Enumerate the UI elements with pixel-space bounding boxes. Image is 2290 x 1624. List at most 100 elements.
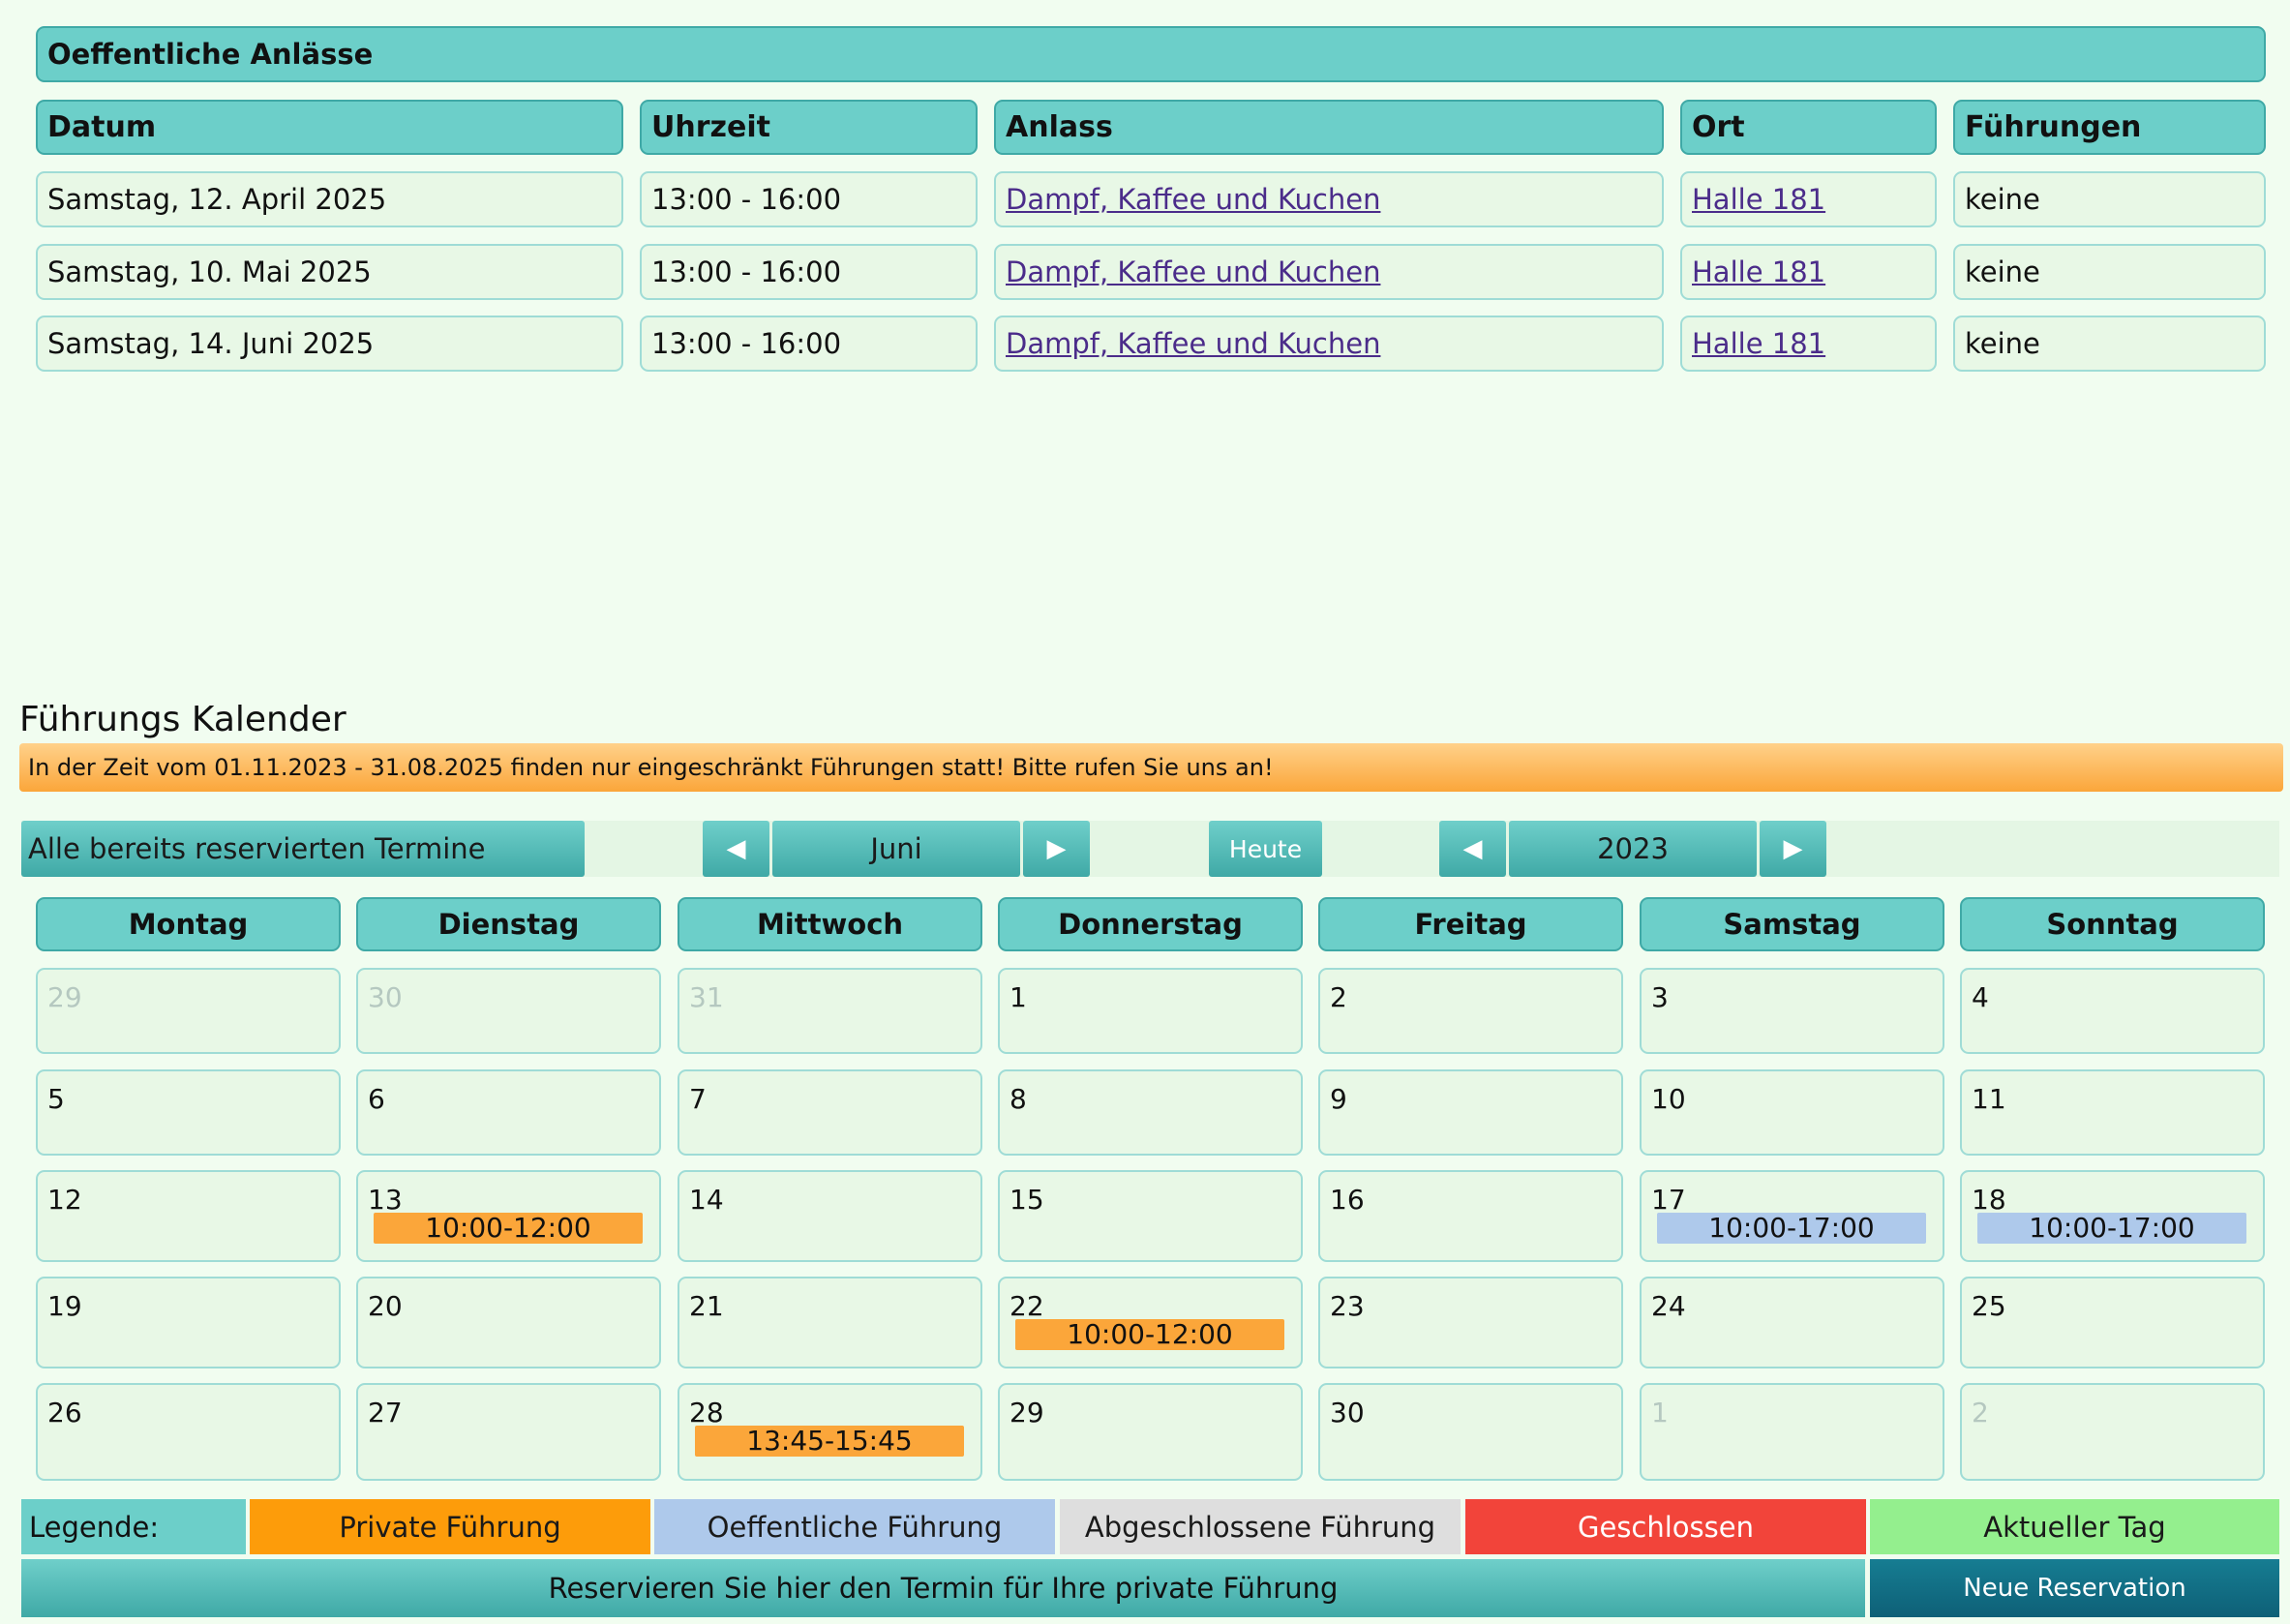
day-number: 23 bbox=[1330, 1290, 1365, 1322]
event-tours: keine bbox=[1953, 244, 2266, 300]
day-number: 17 bbox=[1651, 1184, 1686, 1216]
event-location-link[interactable]: Halle 181 bbox=[1692, 327, 1825, 360]
weekday-header: Samstag bbox=[1640, 897, 1944, 951]
calendar-day-cell[interactable]: 30 bbox=[356, 968, 661, 1054]
calendar-day-cell[interactable]: 14 bbox=[678, 1170, 982, 1262]
private-tour-event[interactable]: 13:45-15:45 bbox=[695, 1426, 964, 1457]
events-title: Oeffentliche Anlässe bbox=[36, 26, 2266, 82]
calendar-day-cell[interactable]: 19 bbox=[36, 1277, 341, 1368]
event-name-link[interactable]: Dampf, Kaffee und Kuchen bbox=[1006, 327, 1380, 360]
calendar-day-cell[interactable]: 21 bbox=[678, 1277, 982, 1368]
day-number: 18 bbox=[1972, 1184, 2006, 1216]
day-number: 3 bbox=[1651, 981, 1669, 1013]
day-number: 1 bbox=[1651, 1397, 1669, 1429]
event-location-link[interactable]: Halle 181 bbox=[1692, 256, 1825, 288]
calendar-day-cell[interactable]: 8 bbox=[998, 1069, 1303, 1156]
calendar-day-cell[interactable]: 23 bbox=[1318, 1277, 1623, 1368]
event-location-link[interactable]: Halle 181 bbox=[1692, 183, 1825, 216]
weekday-header: Freitag bbox=[1318, 897, 1623, 951]
calendar-day-cell[interactable]: 11 bbox=[1960, 1069, 2265, 1156]
legend-private-tour: Private Führung bbox=[250, 1499, 650, 1554]
calendar-day-cell[interactable]: 9 bbox=[1318, 1069, 1623, 1156]
day-number: 2 bbox=[1972, 1397, 1989, 1429]
col-header-fuehrungen: Führungen bbox=[1953, 100, 2266, 155]
col-header-uhrzeit: Uhrzeit bbox=[640, 100, 978, 155]
day-number: 4 bbox=[1972, 981, 1989, 1013]
event-tours: keine bbox=[1953, 171, 2266, 227]
next-year-button[interactable]: ▶ bbox=[1760, 821, 1826, 877]
calendar-day-cell[interactable]: 12 bbox=[36, 1170, 341, 1262]
triangle-right-icon: ▶ bbox=[1046, 834, 1067, 863]
calendar-day-cell[interactable]: 13 10:00-12:00 bbox=[356, 1170, 661, 1262]
today-button[interactable]: Heute bbox=[1209, 821, 1322, 877]
prev-year-button[interactable]: ◀ bbox=[1439, 821, 1506, 877]
event-location-cell: Halle 181 bbox=[1680, 316, 1937, 372]
calendar-day-cell[interactable]: 31 bbox=[678, 968, 982, 1054]
day-number: 15 bbox=[1009, 1184, 1044, 1216]
triangle-right-icon: ▶ bbox=[1783, 834, 1803, 863]
event-time: 13:00 - 16:00 bbox=[640, 171, 978, 227]
next-month-button[interactable]: ▶ bbox=[1023, 821, 1090, 877]
event-tours: keine bbox=[1953, 316, 2266, 372]
calendar-day-cell[interactable]: 26 bbox=[36, 1383, 341, 1481]
calendar-day-cell[interactable]: 30 bbox=[1318, 1383, 1623, 1481]
triangle-left-icon: ◀ bbox=[1462, 834, 1483, 863]
legend-closed: Geschlossen bbox=[1465, 1499, 1866, 1554]
calendar-day-cell[interactable]: 15 bbox=[998, 1170, 1303, 1262]
private-tour-event[interactable]: 10:00-12:00 bbox=[1015, 1319, 1284, 1350]
public-tour-event[interactable]: 10:00-17:00 bbox=[1977, 1213, 2246, 1244]
event-name-cell: Dampf, Kaffee und Kuchen bbox=[994, 316, 1664, 372]
day-number: 21 bbox=[689, 1290, 724, 1322]
day-number: 14 bbox=[689, 1184, 724, 1216]
event-name-link[interactable]: Dampf, Kaffee und Kuchen bbox=[1006, 256, 1380, 288]
calendar-day-cell[interactable]: 1 bbox=[1640, 1383, 1944, 1481]
day-number: 16 bbox=[1330, 1184, 1365, 1216]
calendar-day-cell[interactable]: 29 bbox=[998, 1383, 1303, 1481]
calendar-day-cell[interactable]: 2 bbox=[1318, 968, 1623, 1054]
public-tour-event[interactable]: 10:00-17:00 bbox=[1657, 1213, 1926, 1244]
calendar-day-cell[interactable]: 28 13:45-15:45 bbox=[678, 1383, 982, 1481]
calendar-day-cell[interactable]: 2 bbox=[1960, 1383, 2265, 1481]
event-date: Samstag, 14. Juni 2025 bbox=[36, 316, 623, 372]
calendar-day-cell[interactable]: 3 bbox=[1640, 968, 1944, 1054]
calendar-title: Führungs Kalender bbox=[19, 700, 347, 739]
calendar-day-cell[interactable]: 10 bbox=[1640, 1069, 1944, 1156]
calendar-day-cell[interactable]: 6 bbox=[356, 1069, 661, 1156]
private-tour-event[interactable]: 10:00-12:00 bbox=[374, 1213, 643, 1244]
calendar-day-cell[interactable]: 7 bbox=[678, 1069, 982, 1156]
col-header-anlass: Anlass bbox=[994, 100, 1664, 155]
all-reserved-button[interactable]: Alle bereits reservierten Termine bbox=[21, 821, 585, 877]
legend-current-day: Aktueller Tag bbox=[1870, 1499, 2279, 1554]
calendar-day-cell[interactable]: 5 bbox=[36, 1069, 341, 1156]
calendar-day-cell[interactable]: 25 bbox=[1960, 1277, 2265, 1368]
event-name-cell: Dampf, Kaffee und Kuchen bbox=[994, 244, 1664, 300]
new-reservation-button[interactable]: Neue Reservation bbox=[1870, 1559, 2279, 1617]
event-name-link[interactable]: Dampf, Kaffee und Kuchen bbox=[1006, 183, 1380, 216]
day-number: 26 bbox=[47, 1397, 82, 1429]
event-date: Samstag, 10. Mai 2025 bbox=[36, 244, 623, 300]
reservation-info: Reservieren Sie hier den Termin für Ihre… bbox=[21, 1559, 1865, 1617]
calendar-day-cell[interactable]: 27 bbox=[356, 1383, 661, 1481]
calendar-day-cell[interactable]: 20 bbox=[356, 1277, 661, 1368]
weekday-header: Donnerstag bbox=[998, 897, 1303, 951]
day-number: 6 bbox=[368, 1083, 385, 1115]
day-number: 10 bbox=[1651, 1083, 1686, 1115]
day-number: 5 bbox=[47, 1083, 65, 1115]
day-number: 29 bbox=[1009, 1397, 1044, 1429]
day-number: 1 bbox=[1009, 981, 1027, 1013]
month-select[interactable]: Juni bbox=[772, 821, 1020, 877]
calendar-day-cell[interactable]: 18 10:00-17:00 bbox=[1960, 1170, 2265, 1262]
year-select[interactable]: 2023 bbox=[1509, 821, 1757, 877]
calendar-day-cell[interactable]: 17 10:00-17:00 bbox=[1640, 1170, 1944, 1262]
col-header-ort: Ort bbox=[1680, 100, 1937, 155]
notice-banner: In der Zeit vom 01.11.2023 - 31.08.2025 … bbox=[19, 743, 2283, 792]
calendar-day-cell[interactable]: 16 bbox=[1318, 1170, 1623, 1262]
day-number: 29 bbox=[47, 981, 82, 1013]
calendar-day-cell[interactable]: 1 bbox=[998, 968, 1303, 1054]
calendar-day-cell[interactable]: 22 10:00-12:00 bbox=[998, 1277, 1303, 1368]
calendar-day-cell[interactable]: 4 bbox=[1960, 968, 2265, 1054]
prev-month-button[interactable]: ◀ bbox=[703, 821, 769, 877]
calendar-day-cell[interactable]: 24 bbox=[1640, 1277, 1944, 1368]
calendar-day-cell[interactable]: 29 bbox=[36, 968, 341, 1054]
day-number: 25 bbox=[1972, 1290, 2006, 1322]
